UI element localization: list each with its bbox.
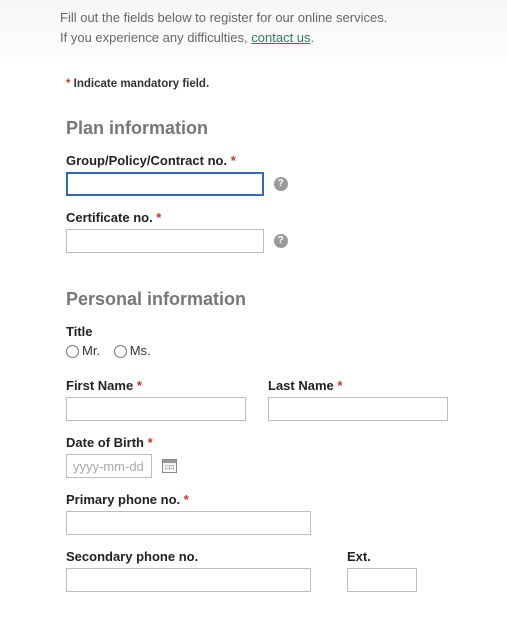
cert-no-input[interactable]	[66, 229, 264, 253]
dob-field: Date of Birth *	[66, 435, 447, 478]
ext-field: Ext.	[347, 549, 417, 592]
intro-line2-pre: If you experience any difficulties,	[60, 30, 251, 45]
intro-line2-post: .	[311, 30, 315, 45]
calendar-icon[interactable]	[162, 459, 177, 473]
mandatory-text: Indicate mandatory field.	[70, 78, 209, 90]
title-label: Title	[66, 324, 447, 339]
radio-mr[interactable]	[66, 345, 79, 358]
title-radios: Mr. Ms.	[66, 343, 447, 358]
radio-ms[interactable]	[114, 345, 127, 358]
ext-input[interactable]	[347, 568, 417, 592]
intro-block: Fill out the fields below to register fo…	[0, 0, 507, 66]
first-name-input[interactable]	[66, 397, 246, 421]
help-icon[interactable]: ?	[274, 234, 288, 248]
secondary-phone-input[interactable]	[66, 568, 311, 592]
radio-ms-label[interactable]: Ms.	[114, 343, 151, 358]
mandatory-note: * Indicate mandatory field.	[66, 78, 447, 90]
group-no-field: Group/Policy/Contract no. * ?	[66, 153, 447, 196]
intro-line2: If you experience any difficulties, cont…	[60, 28, 447, 48]
first-name-label: First Name *	[66, 378, 246, 393]
group-no-input[interactable]	[66, 172, 264, 196]
cert-no-label: Certificate no. *	[66, 210, 447, 225]
primary-phone-field: Primary phone no. *	[66, 492, 447, 535]
plan-info-heading: Plan information	[66, 118, 447, 139]
title-field: Title Mr. Ms.	[66, 324, 447, 358]
secondary-phone-label: Secondary phone no.	[66, 549, 311, 564]
help-icon[interactable]: ?	[274, 177, 288, 191]
primary-phone-label: Primary phone no. *	[66, 492, 447, 507]
contact-us-link[interactable]: contact us	[251, 30, 310, 45]
intro-line1: Fill out the fields below to register fo…	[60, 8, 447, 28]
last-name-input[interactable]	[268, 397, 448, 421]
last-name-field: Last Name *	[268, 378, 448, 421]
group-no-label: Group/Policy/Contract no. *	[66, 153, 447, 168]
dob-label: Date of Birth *	[66, 435, 447, 450]
last-name-label: Last Name *	[268, 378, 448, 393]
personal-info-heading: Personal information	[66, 289, 447, 310]
secondary-phone-field: Secondary phone no.	[66, 549, 311, 592]
ext-label: Ext.	[347, 549, 417, 564]
dob-input[interactable]	[66, 454, 152, 478]
cert-no-field: Certificate no. * ?	[66, 210, 447, 253]
radio-mr-label[interactable]: Mr.	[66, 343, 100, 358]
first-name-field: First Name *	[66, 378, 246, 421]
primary-phone-input[interactable]	[66, 511, 311, 535]
